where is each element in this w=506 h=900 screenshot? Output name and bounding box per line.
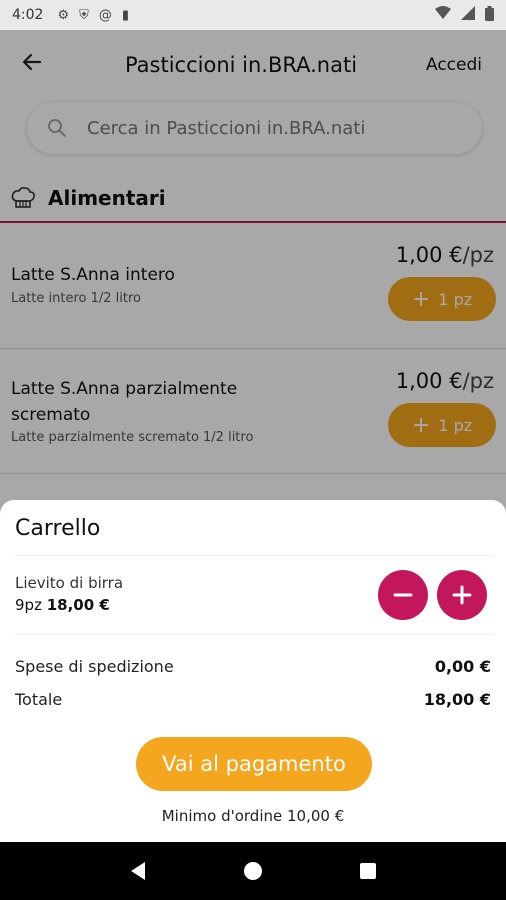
- cart-sheet: Carrello Lievito di birra 9pz 18,00 € Sp…: [0, 500, 506, 842]
- cart-item-qty-price: 9pz 18,00 €: [15, 596, 110, 614]
- min-order-note: Minimo d'ordine 10,00 €: [161, 807, 345, 825]
- nav-recents-icon[interactable]: [348, 851, 388, 891]
- cart-item-name: Lievito di birra: [15, 574, 124, 592]
- divider: [15, 634, 493, 635]
- divider: [15, 555, 493, 556]
- plus-icon: [452, 585, 472, 605]
- sd-card-icon: ▮: [121, 7, 130, 23]
- checkout-button[interactable]: Vai al pagamento: [136, 737, 372, 791]
- status-right-icons: [435, 5, 494, 25]
- status-time: 4:02: [12, 7, 44, 23]
- increase-qty-button[interactable]: [437, 570, 487, 620]
- shield-icon: ⛨: [79, 7, 89, 23]
- status-bar: 4:02 ⚙ ⛨ @ ▮: [0, 0, 506, 30]
- cart-item-price: 18,00 €: [46, 596, 110, 614]
- decrease-qty-button[interactable]: [378, 570, 428, 620]
- battery-icon: [485, 5, 494, 25]
- gear-icon: ⚙: [57, 7, 70, 23]
- minus-icon: [393, 593, 413, 597]
- wifi-icon: [435, 6, 451, 24]
- system-nav-bar: [0, 842, 506, 900]
- cart-title: Carrello: [15, 516, 101, 541]
- total-value: 18,00 €: [423, 690, 491, 709]
- status-left-icons: ⚙ ⛨ @ ▮: [57, 8, 129, 23]
- shipping-value: 0,00 €: [434, 657, 491, 676]
- at-icon: @: [98, 7, 112, 23]
- total-label: Totale: [15, 690, 63, 709]
- nav-home-icon[interactable]: [233, 851, 273, 891]
- nav-back-icon[interactable]: [118, 851, 158, 891]
- shipping-label: Spese di spedizione: [15, 657, 174, 676]
- signal-icon: [461, 6, 475, 24]
- cart-item-qty: 9pz: [15, 596, 42, 614]
